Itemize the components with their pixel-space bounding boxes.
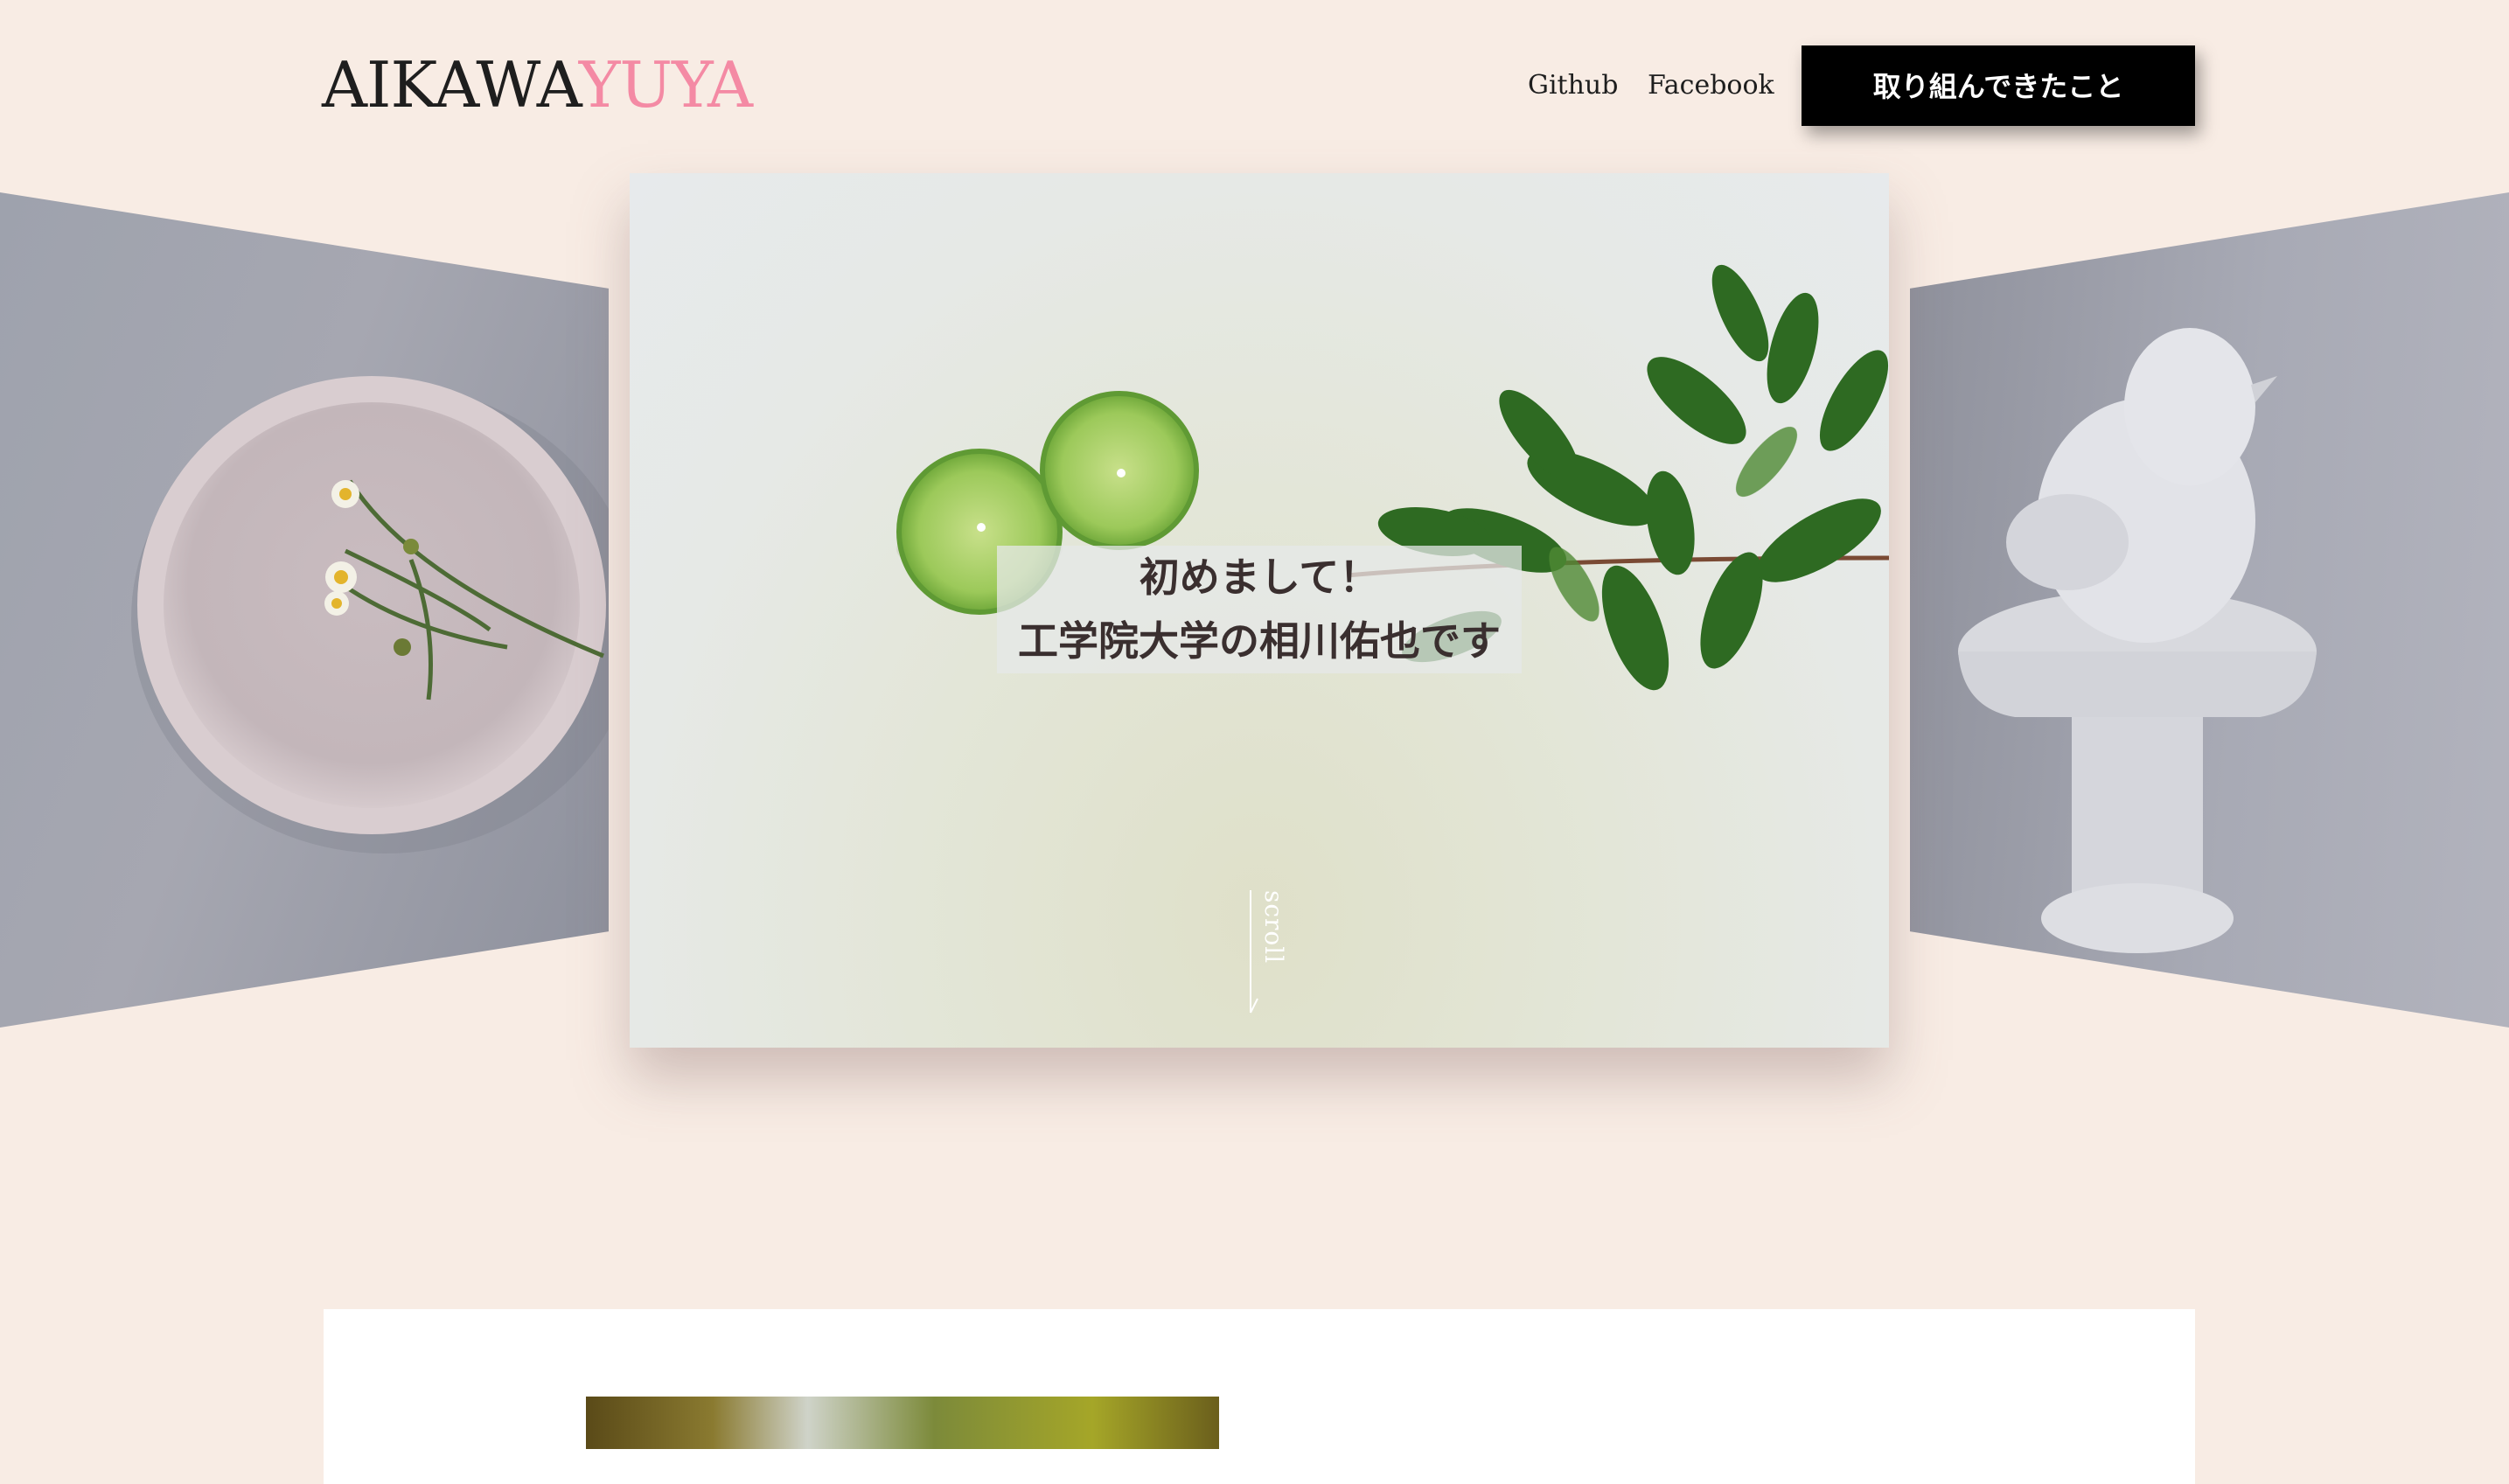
hero-line-1: 初めまして！ — [1139, 554, 1380, 601]
bird-figurine-image — [1958, 328, 2317, 953]
scroll-indicator[interactable]: scroll — [1242, 890, 1294, 1030]
hero-line-2: 工学院大学の相川佑也です — [1018, 617, 1501, 665]
hero-slide: 初めまして！ 工学院大学の相川佑也です scroll — [630, 173, 1889, 1048]
nav-link-github[interactable]: Github — [1528, 45, 1618, 126]
intro-card — [324, 1309, 2195, 1484]
nav-link-facebook[interactable]: Facebook — [1648, 45, 1774, 126]
card-thumbnail[interactable] — [586, 1397, 1219, 1449]
site-header: AIKAWAYUYA Github Facebook 取り組んできたこと — [0, 0, 2509, 166]
works-button[interactable]: 取り組んできたこと — [1802, 45, 2195, 126]
plate-image — [131, 376, 609, 853]
hero-greeting: 初めまして！ 工学院大学の相川佑也です — [997, 546, 1522, 673]
slide-prev[interactable] — [0, 192, 609, 1028]
arrow-down-icon — [1250, 890, 1258, 1014]
slide-next[interactable] — [1910, 192, 2509, 1028]
